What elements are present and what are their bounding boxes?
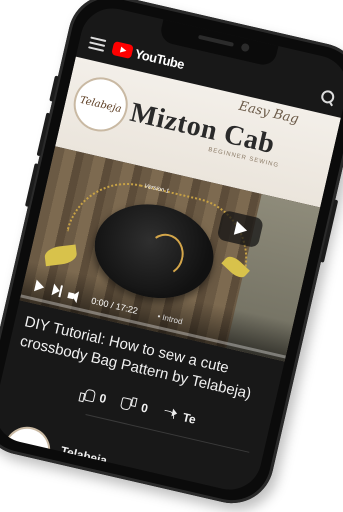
play-icon[interactable] (33, 279, 46, 294)
banner-title: Mizton Cab (127, 96, 278, 161)
share-icon (162, 407, 178, 422)
smartphone: YouTube Telabeja Easy Bag Mizton Cab BEG… (0, 0, 343, 512)
phone-screen: YouTube Telabeja Easy Bag Mizton Cab BEG… (0, 2, 343, 496)
banner-logo: Telabeja (68, 72, 134, 137)
search-icon[interactable] (320, 89, 337, 106)
like-button[interactable]: 0 (79, 386, 108, 406)
next-icon[interactable] (52, 284, 64, 298)
youtube-wordmark: YouTube (133, 45, 186, 72)
progress-fill (20, 294, 21, 298)
share-label: Te (181, 410, 198, 427)
dislike-button[interactable]: 0 (120, 396, 150, 416)
share-button[interactable]: Te (162, 406, 197, 427)
like-count: 0 (98, 390, 108, 407)
volume-icon[interactable] (67, 292, 75, 300)
front-camera (240, 42, 251, 53)
youtube-play-icon (111, 40, 134, 60)
menu-icon[interactable] (88, 36, 107, 52)
thumbs-up-icon (79, 387, 95, 402)
speaker-grille (198, 34, 234, 47)
thumbs-down-icon (120, 397, 136, 412)
leaf-decoration (43, 244, 78, 267)
chapter-label[interactable]: • Introd (157, 312, 184, 327)
dislike-count: 0 (139, 400, 150, 416)
